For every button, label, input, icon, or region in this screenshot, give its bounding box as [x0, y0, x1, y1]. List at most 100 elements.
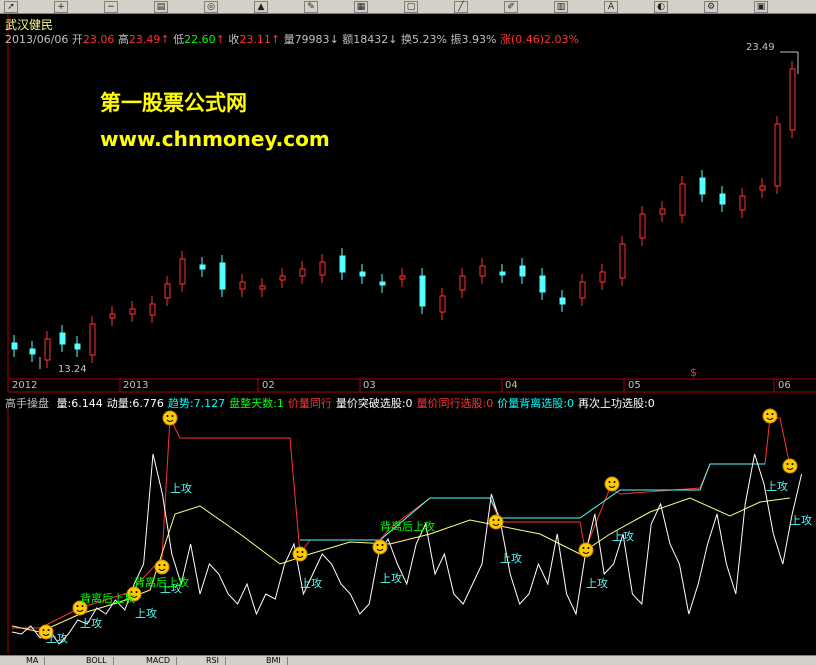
low-label: 低	[173, 33, 185, 46]
indicator-name: 高手操盘	[5, 397, 49, 410]
up-arrow-icon: ↑	[215, 33, 225, 46]
text-icon[interactable]: A	[604, 1, 618, 13]
candlestick	[89, 316, 96, 363]
max-price-mark: 23.49	[746, 42, 775, 53]
alert-icon[interactable]: ▲	[254, 1, 268, 13]
candlestick	[399, 268, 406, 287]
candlestick	[239, 274, 246, 297]
tab-ma[interactable]: MA	[20, 657, 46, 665]
indicator-chart[interactable]: 上攻 上攻 上攻 上攻 上攻 上攻 上攻 上攻 上攻 上攻 上攻 上攻 背离后上攻 背离后上攻 背离后上攻 …	[0, 394, 816, 654]
arrow-icon[interactable]: ➚	[4, 1, 18, 13]
candlestick	[759, 178, 766, 198]
candlestick	[579, 274, 586, 306]
candlestick	[559, 290, 566, 312]
candlestick	[699, 170, 706, 202]
tab-macd[interactable]: MACD	[140, 657, 177, 665]
info-date: 2013/06/06	[5, 33, 69, 46]
attack-signal-label: 上攻	[135, 606, 157, 620]
attack-signal-label: 上攻	[500, 551, 522, 565]
amplitude-value: 3.93%	[461, 33, 497, 46]
chart-icon[interactable]: ▤	[154, 1, 168, 13]
turnover-label: 换	[401, 33, 412, 46]
candlestick	[179, 251, 186, 292]
high-label: 高	[117, 33, 129, 46]
candlestick	[379, 274, 386, 293]
high-value: 23.49	[128, 33, 161, 46]
tab-rsi[interactable]: RSI	[200, 657, 226, 665]
candlestick	[439, 288, 446, 320]
candlestick	[359, 264, 366, 284]
line-icon[interactable]: ╱	[454, 1, 468, 13]
bars-icon[interactable]: ▥	[554, 1, 568, 13]
smiley-signal-icon	[762, 408, 778, 424]
attack-signal-label: 上攻	[790, 513, 812, 527]
indicator-item: 量价突破选股:0	[335, 397, 413, 410]
attack-signal-label: 上攻	[300, 576, 322, 590]
window-icon[interactable]: ▢	[404, 1, 418, 13]
trend-line	[11, 497, 791, 633]
indicator-item: 再次上功选股:0	[577, 397, 655, 410]
grid-icon[interactable]: ▦	[354, 1, 368, 13]
pen-icon[interactable]: ✎	[304, 1, 318, 13]
up-arrow-icon: ↑	[270, 33, 281, 46]
indicator-item: 量:6.144	[56, 397, 103, 410]
amount-value: 18432	[353, 33, 389, 46]
axis-label-2013: 2013	[123, 380, 149, 391]
cyan-step-line	[300, 463, 765, 541]
attack-signal-label: 上攻	[766, 479, 788, 493]
candlestick	[519, 258, 526, 284]
toolbar: ➚ + − ▤ ◎ ▲ ✎ ▦ ▢ ╱ ✐ ▥ A ◐ ⚙ ▣	[0, 0, 816, 14]
candlestick	[11, 335, 18, 357]
candlestick	[199, 257, 206, 277]
candlestick	[109, 306, 116, 326]
axis-label-06: 06	[778, 380, 791, 391]
candlestick	[639, 206, 646, 246]
candlestick	[739, 188, 746, 218]
settings-icon[interactable]: ⚙	[704, 1, 718, 13]
attack-signal-label: 上攻	[170, 481, 192, 495]
down-arrow-icon: ↓	[388, 33, 398, 46]
candlestick	[774, 116, 781, 194]
amount-label: 额	[342, 33, 354, 46]
zoom-out-icon[interactable]: −	[104, 1, 118, 13]
candlestick	[719, 186, 726, 212]
axis-label-2012: 2012	[12, 380, 38, 391]
candlestick	[599, 264, 606, 290]
indicator-info-bar: 高手操盘 量:6.144 动量:6.776 趋势:7.127 盘整天数:1 价量同行 量价…	[5, 395, 655, 411]
lock-icon[interactable]: ▣	[754, 1, 768, 13]
indicator-item: 盘整天数:1	[229, 397, 284, 410]
candlestick	[149, 296, 156, 323]
tab-boll[interactable]: BOLL	[80, 657, 114, 665]
close-value: 23.11	[239, 33, 271, 46]
zoom-in-icon[interactable]: +	[54, 1, 68, 13]
candlestick	[29, 341, 36, 362]
attack-signal-label: 上攻	[612, 529, 634, 543]
candlestick	[164, 276, 171, 306]
volume-label: 量	[283, 33, 295, 46]
indicator-item: 动量:6.776	[106, 397, 164, 410]
min-price-mark: 13.24	[58, 364, 87, 375]
candlestick	[44, 331, 51, 368]
open-value: 23.06	[82, 33, 115, 46]
low-value: 22.60	[184, 33, 216, 46]
indicator-item: 价量背离选股:0	[497, 397, 574, 410]
attack-signal-label: 上攻	[380, 571, 402, 585]
globe-icon[interactable]: ◎	[204, 1, 218, 13]
draw-icon[interactable]: ✐	[504, 1, 518, 13]
candlestick	[679, 176, 686, 223]
tab-bmi[interactable]: BMI	[260, 657, 288, 665]
volume-momentum-line	[11, 453, 803, 645]
axis-label-03: 03	[363, 380, 376, 391]
volume-value: 79983	[294, 33, 330, 46]
color-icon[interactable]: ◐	[654, 1, 668, 13]
candlestick	[129, 301, 136, 322]
indicator-item: 价量同行	[287, 397, 332, 410]
amplitude-label: 振	[450, 33, 462, 46]
smiley-signal-icon	[154, 559, 170, 575]
smiley-signal-icon	[292, 546, 308, 562]
indicator-tab-bar: MA BOLL MACD RSI BMI	[0, 655, 816, 665]
divergence-signal-label: 背离后上攻	[80, 591, 135, 605]
indicator-item: 量价同行选股:0	[416, 397, 494, 410]
open-label: 开	[71, 33, 83, 46]
price-chart[interactable]: 武汉健民 2013/06/06 开23.06 高23.49↑ 低22.60↑ 收…	[0, 14, 816, 394]
